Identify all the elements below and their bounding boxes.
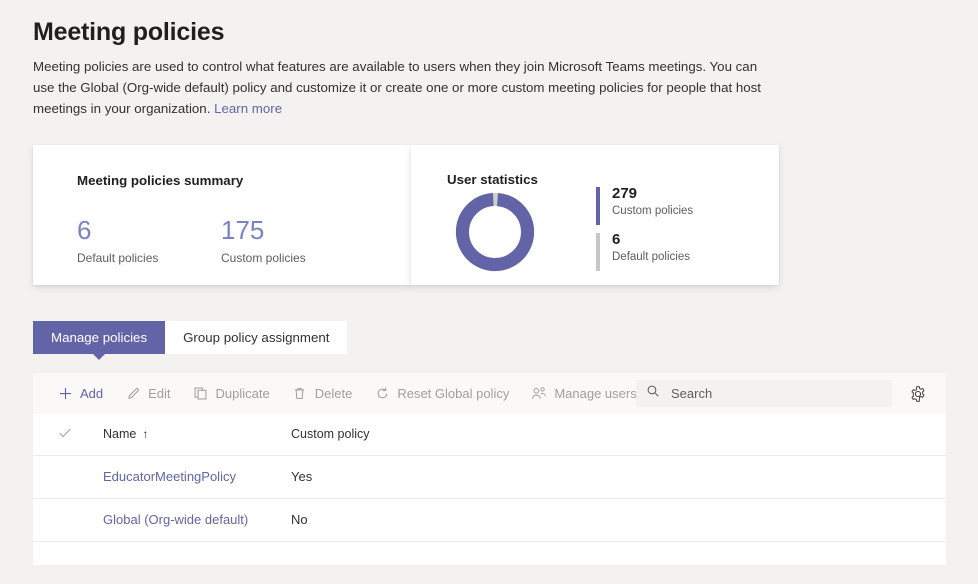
edit-button[interactable]: Edit: [114, 373, 181, 414]
legend-item-custom-policies: 279 Custom policies: [596, 185, 693, 217]
metric-custom-policies: 175 Custom policies: [221, 215, 306, 265]
metric-default-policies-label: Default policies: [77, 251, 158, 265]
delete-button[interactable]: Delete: [281, 373, 364, 414]
policies-table: Name ↑ Custom policy EducatorMeetingPolic…: [33, 414, 946, 584]
trash-icon: [292, 386, 308, 402]
tab-group-policy-assignment[interactable]: Group policy assignment: [165, 321, 347, 354]
pencil-icon: [125, 386, 141, 402]
legend-color-swatch-custom: [596, 187, 600, 225]
table-row-partial[interactable]: [33, 541, 946, 584]
tab-manage-policies[interactable]: Manage policies: [33, 321, 165, 354]
manage-users-label: Manage users: [554, 386, 636, 401]
gear-icon[interactable]: [907, 383, 929, 405]
policies-toolbar: Add Edit Duplicate: [33, 373, 946, 414]
add-button-label: Add: [80, 386, 103, 401]
search-input[interactable]: [669, 385, 863, 402]
legend-label-default: Default policies: [612, 251, 693, 263]
delete-button-label: Delete: [315, 386, 353, 401]
summary-card-title: Meeting policies summary: [77, 173, 243, 188]
reset-global-policy-label: Reset Global policy: [397, 386, 509, 401]
edit-button-label: Edit: [148, 386, 170, 401]
table-row[interactable]: Global (Org-wide default) No: [33, 498, 946, 541]
policies-panel: Add Edit Duplicate: [33, 373, 946, 565]
legend-item-default-policies: 6 Default policies: [596, 231, 693, 263]
page-description-text: Meeting policies are used to control wha…: [33, 59, 761, 116]
column-header-name-label: Name: [103, 427, 136, 441]
checkmark-icon: [33, 425, 73, 444]
policies-table-head: Name ↑ Custom policy: [33, 414, 946, 455]
policy-link-educatormeetingpolicy[interactable]: EducatorMeetingPolicy: [103, 469, 236, 484]
row-name-cell: EducatorMeetingPolicy: [103, 455, 291, 498]
people-icon: [531, 386, 547, 402]
metric-default-policies-value: 6: [77, 215, 158, 245]
metric-custom-policies-label: Custom policies: [221, 251, 306, 265]
row-checkbox-cell[interactable]: [33, 455, 103, 498]
row-custom-policy-cell: Yes: [291, 455, 946, 498]
user-statistics-donut-chart: [452, 189, 538, 275]
page-title: Meeting policies: [33, 18, 224, 47]
row-name-cell: Global (Org-wide default): [103, 498, 291, 541]
donut-segment-custom-policies: [462, 199, 527, 264]
duplicate-button[interactable]: Duplicate: [182, 373, 281, 414]
sort-ascending-icon: ↑: [142, 427, 148, 441]
row-custom-policy-cell: No: [291, 498, 946, 541]
user-statistics-legend: 279 Custom policies 6 Default policies: [596, 185, 693, 277]
user-statistics-title: User statistics: [447, 172, 538, 187]
search-icon: [646, 384, 660, 403]
manage-users-button[interactable]: Manage users: [520, 373, 647, 414]
add-button[interactable]: Add: [46, 373, 114, 414]
donut-svg: [452, 189, 538, 275]
plus-icon: [57, 386, 73, 402]
policy-link-global-org-wide-default[interactable]: Global (Org-wide default): [103, 512, 248, 527]
legend-value-custom: 279: [612, 185, 693, 203]
learn-more-link[interactable]: Learn more: [214, 101, 282, 116]
legend-label-custom: Custom policies: [612, 205, 693, 217]
legend-value-default: 6: [612, 231, 693, 249]
table-header-row: Name ↑ Custom policy: [33, 414, 946, 455]
reset-icon: [374, 386, 390, 402]
legend-color-swatch-default: [596, 233, 600, 271]
duplicate-button-label: Duplicate: [216, 386, 270, 401]
page-description: Meeting policies are used to control wha…: [33, 56, 773, 119]
metric-default-policies: 6 Default policies: [77, 215, 158, 265]
column-header-custom-policy[interactable]: Custom policy: [291, 414, 946, 455]
row-checkbox-cell[interactable]: [33, 498, 103, 541]
search-box[interactable]: [636, 380, 892, 407]
reset-global-policy-button[interactable]: Reset Global policy: [363, 373, 520, 414]
meeting-policies-summary-card: Meeting policies summary 6 Default polic…: [33, 145, 411, 285]
user-statistics-card: User statistics 279 Custom policies 6 De…: [411, 145, 779, 285]
meeting-policies-page: Meeting policies Meeting policies are us…: [0, 0, 978, 565]
column-header-name[interactable]: Name ↑: [103, 414, 291, 455]
policy-tabs: Manage policies Group policy assignment: [33, 321, 347, 354]
copy-icon: [193, 386, 209, 402]
select-all-header[interactable]: [33, 414, 103, 455]
table-row[interactable]: EducatorMeetingPolicy Yes: [33, 455, 946, 498]
metric-custom-policies-value: 175: [221, 215, 306, 245]
